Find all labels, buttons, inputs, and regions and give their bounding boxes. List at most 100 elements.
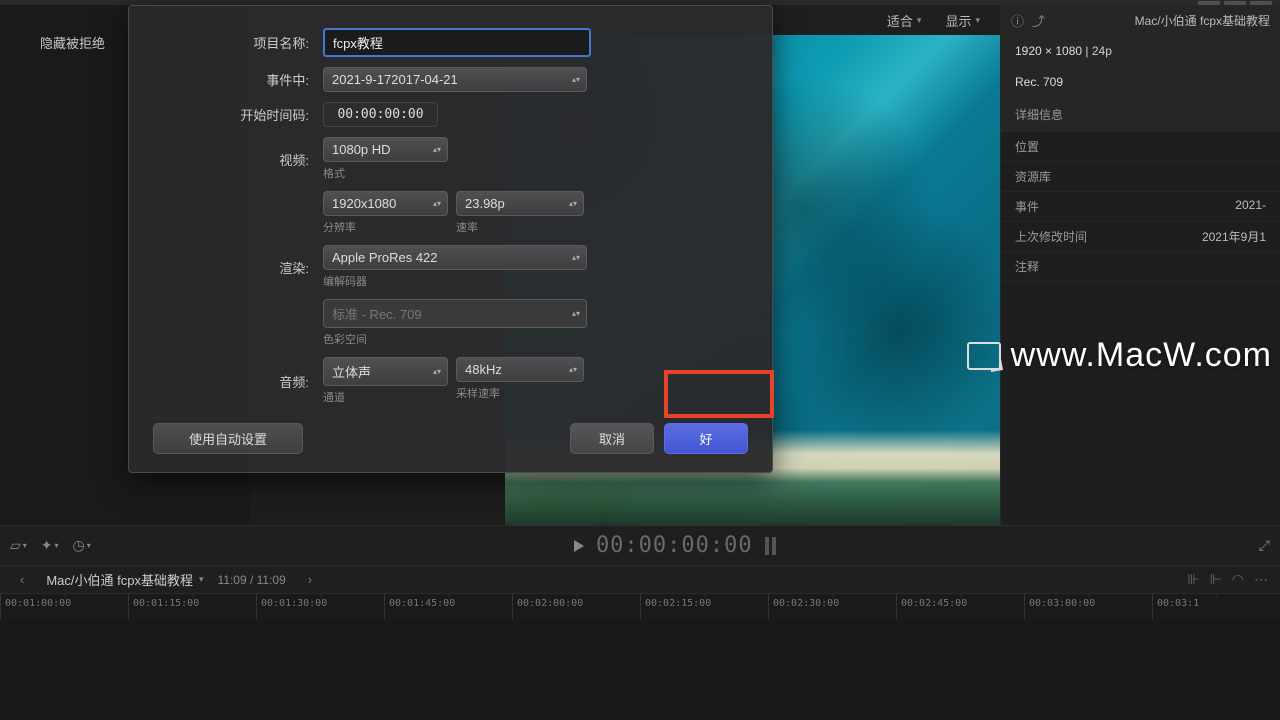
inspector-row-location: 位置 <box>1001 132 1280 162</box>
row-key: 事件 <box>1015 198 1039 215</box>
updown-icon: ▴▾ <box>569 201 577 207</box>
audio-rate-select[interactable]: 48kHz ▴▾ <box>456 357 584 382</box>
audio-label: 音频: <box>153 372 323 391</box>
inspector-row-event: 事件2021- <box>1001 192 1280 222</box>
row-key: 上次修改时间 <box>1015 228 1087 245</box>
render-codec-select[interactable]: Apple ProRes 422 ▴▾ <box>323 245 587 270</box>
updown-icon: ▴▾ <box>572 311 580 317</box>
select-value: 1080p HD <box>332 142 391 157</box>
in-event-label: 事件中: <box>153 70 323 89</box>
rate-select[interactable]: 23.98p▴▾ <box>456 191 584 216</box>
ok-button[interactable]: 好 <box>664 423 748 454</box>
updown-icon: ▴▾ <box>433 147 441 153</box>
fit-menu[interactable]: 适合▾ <box>887 11 922 30</box>
history-back-button[interactable]: ‹ <box>12 572 32 587</box>
updown-icon: ▴▾ <box>569 367 577 373</box>
settings-icon[interactable]: ⋯ <box>1254 571 1268 588</box>
select-value: Apple ProRes 422 <box>332 250 438 265</box>
layout-segment[interactable] <box>1250 1 1272 5</box>
row-key: 位置 <box>1015 138 1039 155</box>
cancel-button[interactable]: 取消 <box>570 423 654 454</box>
fullscreen-icon[interactable]: ⤢ <box>1259 537 1270 554</box>
info-icon[interactable]: ⓘ <box>1011 11 1024 30</box>
retime-tool[interactable]: ◷▾ <box>73 537 91 554</box>
ruler-tick: 00:02:30:00 <box>768 594 896 619</box>
timeline-duration: 11:09 / 11:09 <box>218 573 286 587</box>
ruler-tick-label: 00:01:45:00 <box>389 598 455 609</box>
share-icon[interactable]: ⤴ <box>1032 11 1045 30</box>
timeline-ruler[interactable]: 00:01:00:00 00:01:15:00 00:01:30:00 00:01:4… <box>0 593 1280 619</box>
select-value: 标准 - Rec. 709 <box>332 304 422 323</box>
transform-tool[interactable]: ▱▾ <box>10 537 27 554</box>
fps-value: 24p <box>1092 44 1112 58</box>
resolution-value: 1920 × 1080 <box>1015 44 1082 58</box>
ruler-tick-label: 00:01:30:00 <box>261 598 327 609</box>
chevron-down-icon: ▾ <box>975 15 980 26</box>
watermark-logo-icon <box>967 342 1001 370</box>
video-label: 视频: <box>153 150 323 169</box>
render-sublabel: 编解码器 <box>323 273 587 289</box>
timeline-header: ‹ Mac/小伯通 fcpx基础教程▾ 11:09 / 11:09 › ⊪ ⊩ … <box>0 565 1280 593</box>
ruler-tick-label: 00:01:15:00 <box>133 598 199 609</box>
viewer-control-bar: ▱▾ ✦▾ ◷▾ 00:00:00:00 ⤢ <box>0 525 1280 565</box>
new-project-dialog: 项目名称: 事件中: 2021-9-172017-04-21▴▾ 开始时间码: … <box>128 5 773 473</box>
ruler-tick-label: 00:02:00:00 <box>517 598 583 609</box>
render-label: 渲染: <box>153 258 323 277</box>
viewer-timecode[interactable]: 00:00:00:00 <box>596 533 753 558</box>
project-name-input[interactable] <box>323 28 591 57</box>
project-name-label: 项目名称: <box>153 33 323 52</box>
timeline-tool-icon[interactable]: ⊩ <box>1210 571 1222 588</box>
inspector-resolution-row: 1920 × 1080 | 24p <box>1001 36 1280 67</box>
audio-meter-icon <box>765 537 776 555</box>
rate-sublabel: 速率 <box>456 219 584 235</box>
inspector-section-header: 详细信息 <box>1001 98 1280 132</box>
ruler-tick: 00:01:15:00 <box>128 594 256 619</box>
layout-segment[interactable] <box>1198 1 1220 5</box>
row-value: 2021年9月1 <box>1202 228 1266 245</box>
use-auto-settings-button[interactable]: 使用自动设置 <box>153 423 303 454</box>
colorspace-value: Rec. 709 <box>1015 75 1063 89</box>
timeline-tool-icon[interactable]: ⊪ <box>1187 571 1199 588</box>
in-event-select[interactable]: 2021-9-172017-04-21 ▴▾ <box>323 67 587 92</box>
select-value: 1920x1080 <box>332 196 396 211</box>
enhance-tool[interactable]: ✦▾ <box>41 537 59 554</box>
ruler-tick: 00:02:00:00 <box>512 594 640 619</box>
video-format-sublabel: 格式 <box>323 165 448 181</box>
audio-channels-sublabel: 通道 <box>323 389 448 405</box>
play-button[interactable] <box>574 540 584 552</box>
timeline-title[interactable]: Mac/小伯通 fcpx基础教程▾ <box>46 570 203 589</box>
inspector-title: Mac/小伯通 fcpx基础教程 <box>1135 12 1270 29</box>
start-tc-label: 开始时间码: <box>153 105 323 124</box>
chevron-down-icon: ▾ <box>199 574 204 585</box>
ruler-tick-label: 00:02:30:00 <box>773 598 839 609</box>
resolution-select[interactable]: 1920x1080 ▴▾ <box>323 191 448 216</box>
resolution-sublabel: 分辨率 <box>323 219 448 235</box>
select-value: 2021-9-172017-04-21 <box>332 72 458 87</box>
updown-icon: ▴▾ <box>433 201 441 207</box>
color-space-select: 标准 - Rec. 709 ▴▾ <box>323 299 587 328</box>
updown-icon: ▴▾ <box>572 77 580 83</box>
history-forward-button[interactable]: › <box>300 572 320 587</box>
ruler-tick-label: 00:02:45:00 <box>901 598 967 609</box>
row-key: 注释 <box>1015 258 1039 275</box>
select-value: 48kHz <box>465 362 502 377</box>
display-menu[interactable]: 显示▾ <box>945 11 980 30</box>
inspector-panel: ⓘ ⤴ Mac/小伯通 fcpx基础教程 1920 × 1080 | 24p R… <box>1000 5 1280 525</box>
select-value: 立体声 <box>332 362 371 381</box>
layout-segment[interactable] <box>1224 1 1246 5</box>
start-tc-field[interactable]: 00:00:00:00 <box>323 102 438 127</box>
color-space-sublabel: 色彩空间 <box>323 331 587 347</box>
updown-icon: ▴▾ <box>572 255 580 261</box>
headphones-icon[interactable]: ◠ <box>1232 571 1244 588</box>
inspector-row-notes: 注释 <box>1001 252 1280 282</box>
ruler-tick: 00:01:00:00 <box>0 594 128 619</box>
watermark: www.MacW.com <box>967 336 1272 375</box>
video-format-select[interactable]: 1080p HD ▴▾ <box>323 137 448 162</box>
ruler-tick-label: 00:03:00:00 <box>1029 598 1095 609</box>
ruler-tick: 00:03:1 <box>1152 594 1280 619</box>
updown-icon: ▴▾ <box>433 369 441 375</box>
ruler-tick: 00:02:45:00 <box>896 594 1024 619</box>
audio-channels-select[interactable]: 立体声 ▴▾ <box>323 357 448 386</box>
ruler-tick: 00:03:00:00 <box>1024 594 1152 619</box>
timeline-body[interactable] <box>0 619 1280 720</box>
